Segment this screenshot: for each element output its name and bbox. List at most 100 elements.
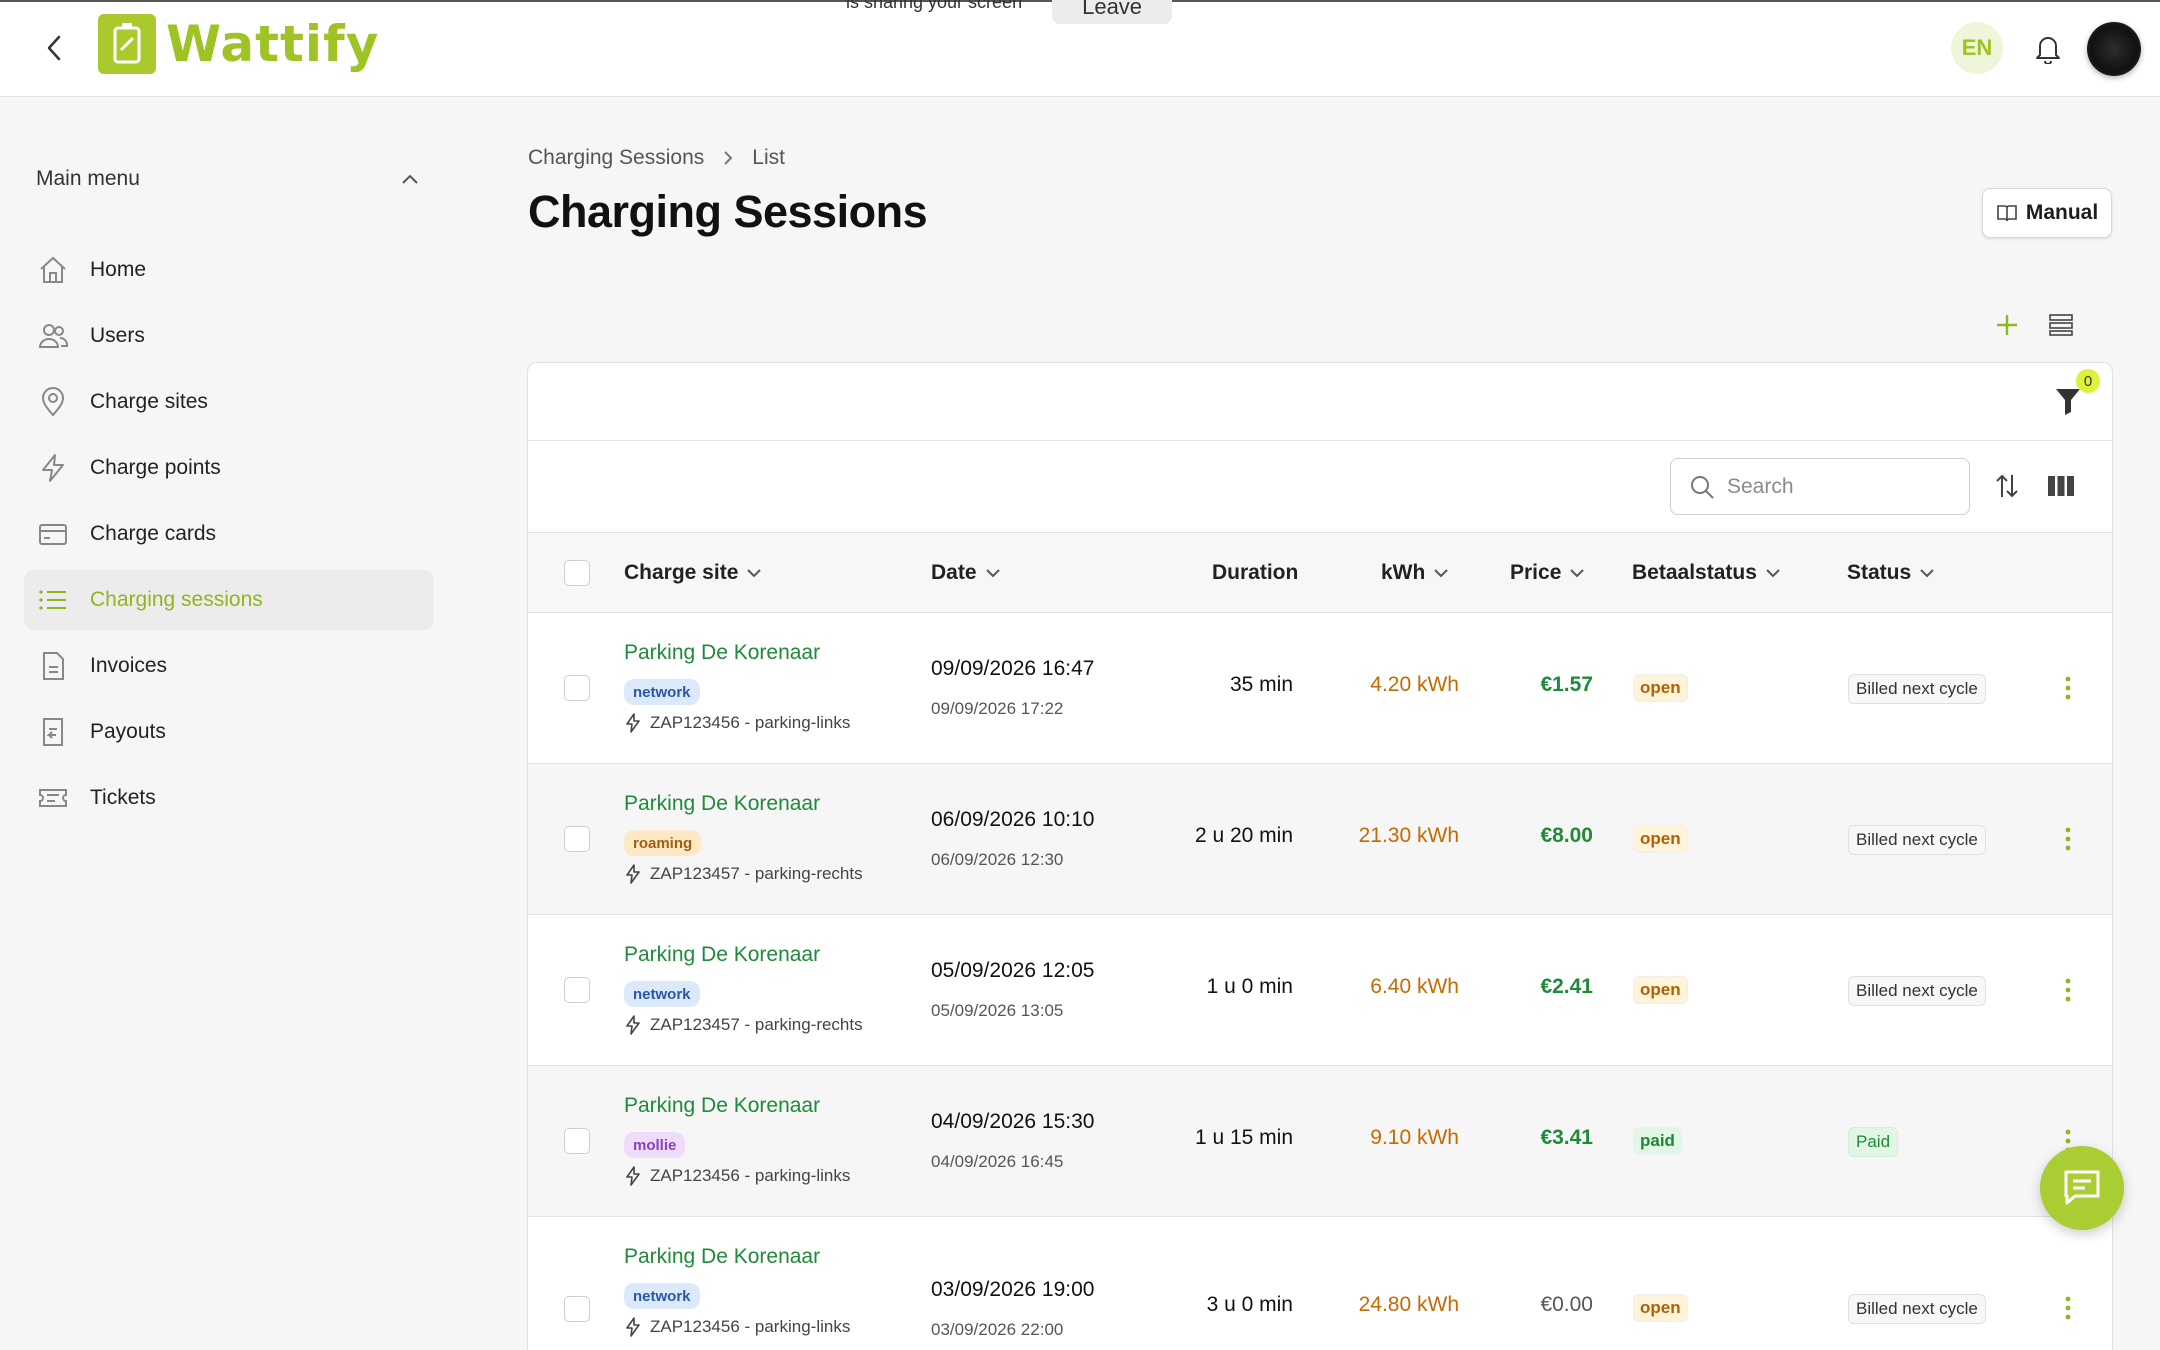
sidebar-item-payouts[interactable]: Payouts [24,702,434,762]
plus-icon [1997,315,2017,335]
search-field[interactable] [1670,458,1970,515]
session-duration: 3 u 0 min [1206,1293,1293,1316]
page-title: Charging Sessions [528,186,928,237]
sidebar-item-users[interactable]: Users [24,306,434,366]
table-row[interactable]: Parking De Korenaar mollie ZAP123456 - p… [528,1066,2112,1217]
chevron-down-icon [1920,569,1934,578]
search-input[interactable] [1727,474,1947,499]
filter-bar: 0 [528,363,2112,441]
charge-site-link[interactable]: Parking De Korenaar [624,641,820,665]
table-header: Charge site Date Duration kWh Price Beta… [528,533,2112,613]
row-actions-button[interactable] [2056,819,2080,859]
charge-point: ZAP123456 - parking-links [624,1166,850,1186]
session-duration: 1 u 0 min [1206,975,1293,998]
row-actions-button[interactable] [2056,668,2080,708]
session-end: 06/09/2026 12:30 [931,850,1064,869]
list-view-button[interactable] [2044,308,2078,342]
column-header-charge-site[interactable]: Charge site [624,533,762,613]
list-icon [36,583,70,617]
session-type-tag: roaming [624,830,702,856]
row-actions-button[interactable] [2056,1288,2080,1328]
sidebar-item-charge-points[interactable]: Charge points [24,438,434,498]
sort-button[interactable] [1990,469,2024,503]
session-end: 03/09/2026 22:00 [931,1320,1064,1339]
columns-button[interactable] [2044,469,2078,503]
notifications-button[interactable] [2028,28,2068,68]
table-row[interactable]: Parking De Korenaar network ZAP123457 - … [528,915,2112,1066]
row-checkbox[interactable] [564,675,590,701]
charge-point: ZAP123457 - parking-rechts [624,864,863,884]
sidebar: Main menu Home Users Charge sites Charge… [0,98,450,1350]
manual-label: Manual [2025,201,2099,224]
charge-site-link[interactable]: Parking De Korenaar [624,943,820,967]
filter-count-badge: 0 [2076,369,2100,393]
lightning-icon [36,451,70,485]
chevron-down-icon [985,569,1000,578]
sidebar-item-label: Tickets [90,786,156,809]
sidebar-item-charge-cards[interactable]: Charge cards [24,504,434,564]
chat-support-button[interactable] [2040,1146,2124,1230]
sidebar-item-invoices[interactable]: Invoices [24,636,434,696]
session-price: €0.00 [1540,1293,1593,1316]
breadcrumb-parent[interactable]: Charging Sessions [528,146,704,170]
status-badge: Billed next cycle [1848,976,1986,1006]
language-selector[interactable]: EN [1951,22,2003,74]
lightning-icon [626,1166,640,1186]
session-price: €8.00 [1540,824,1593,847]
row-checkbox[interactable] [564,826,590,852]
charge-point-label: ZAP123456 - parking-links [650,1317,851,1336]
session-price: €3.41 [1540,1126,1593,1149]
manual-button[interactable]: Manual [1982,188,2112,238]
charge-point: ZAP123457 - parking-rechts [624,1015,863,1035]
column-header-status[interactable]: Status [1847,533,1935,613]
charge-point-label: ZAP123456 - parking-links [650,713,851,732]
charge-site-link[interactable]: Parking De Korenaar [624,1245,820,1269]
select-all-checkbox[interactable] [564,560,590,586]
column-header-date[interactable]: Date [931,533,1001,613]
column-header-kwh[interactable]: kWh [1381,533,1449,613]
main-menu-toggle[interactable]: Main menu [36,164,420,194]
column-header-betaalstatus[interactable]: Betaalstatus [1632,533,1781,613]
breadcrumb: Charging Sessions List [528,146,785,170]
table-row[interactable]: Parking De Korenaar network ZAP123456 - … [528,613,2112,764]
sidebar-item-home[interactable]: Home [24,240,434,300]
more-vertical-icon [2065,1296,2071,1320]
row-checkbox[interactable] [564,1128,590,1154]
payment-status-badge: open [1633,1294,1688,1322]
payment-status-badge: open [1633,825,1688,853]
lightning-icon [626,1317,640,1337]
lightning-icon [626,713,640,733]
row-checkbox[interactable] [564,977,590,1003]
session-duration: 1 u 15 min [1194,1126,1293,1149]
user-avatar[interactable] [2087,22,2141,76]
charge-point-label: ZAP123457 - parking-rechts [650,864,863,883]
more-vertical-icon [2065,827,2071,851]
charge-site-link[interactable]: Parking De Korenaar [624,1094,820,1118]
leave-button[interactable]: Leave [1052,0,1173,24]
back-button[interactable] [34,28,74,68]
column-header-price[interactable]: Price [1510,533,1585,613]
charge-point: ZAP123456 - parking-links [624,713,850,733]
sidebar-item-label: Users [90,324,145,347]
session-kwh: 4.20 kWh [1370,673,1459,696]
status-badge: Billed next cycle [1848,1294,1986,1324]
session-start: 05/09/2026 12:05 [931,959,1095,982]
charge-site-link[interactable]: Parking De Korenaar [624,792,820,816]
chevron-down-icon [1570,569,1585,578]
app-logo[interactable]: Wattify [98,14,379,74]
sidebar-item-label: Invoices [90,654,168,677]
chevron-down-icon [1766,569,1780,578]
row-checkbox[interactable] [564,1296,590,1322]
row-actions-button[interactable] [2056,970,2080,1010]
bell-icon [2036,37,2060,64]
sidebar-item-charge-sites[interactable]: Charge sites [24,372,434,432]
sidebar-item-charging-sessions[interactable]: Charging sessions [24,570,434,630]
column-header-duration[interactable]: Duration [1212,533,1298,613]
table-row[interactable]: Parking De Korenaar roaming ZAP123457 - … [528,764,2112,915]
add-session-button[interactable] [1990,308,2024,342]
top-bar: Wattify is sharing your screen Leave EN [0,0,2160,97]
sidebar-item-tickets[interactable]: Tickets [24,768,434,828]
users-icon [36,319,70,353]
table-row[interactable]: Parking De Korenaar network ZAP123456 - … [528,1217,2112,1350]
payment-status-badge: paid [1633,1127,1682,1155]
